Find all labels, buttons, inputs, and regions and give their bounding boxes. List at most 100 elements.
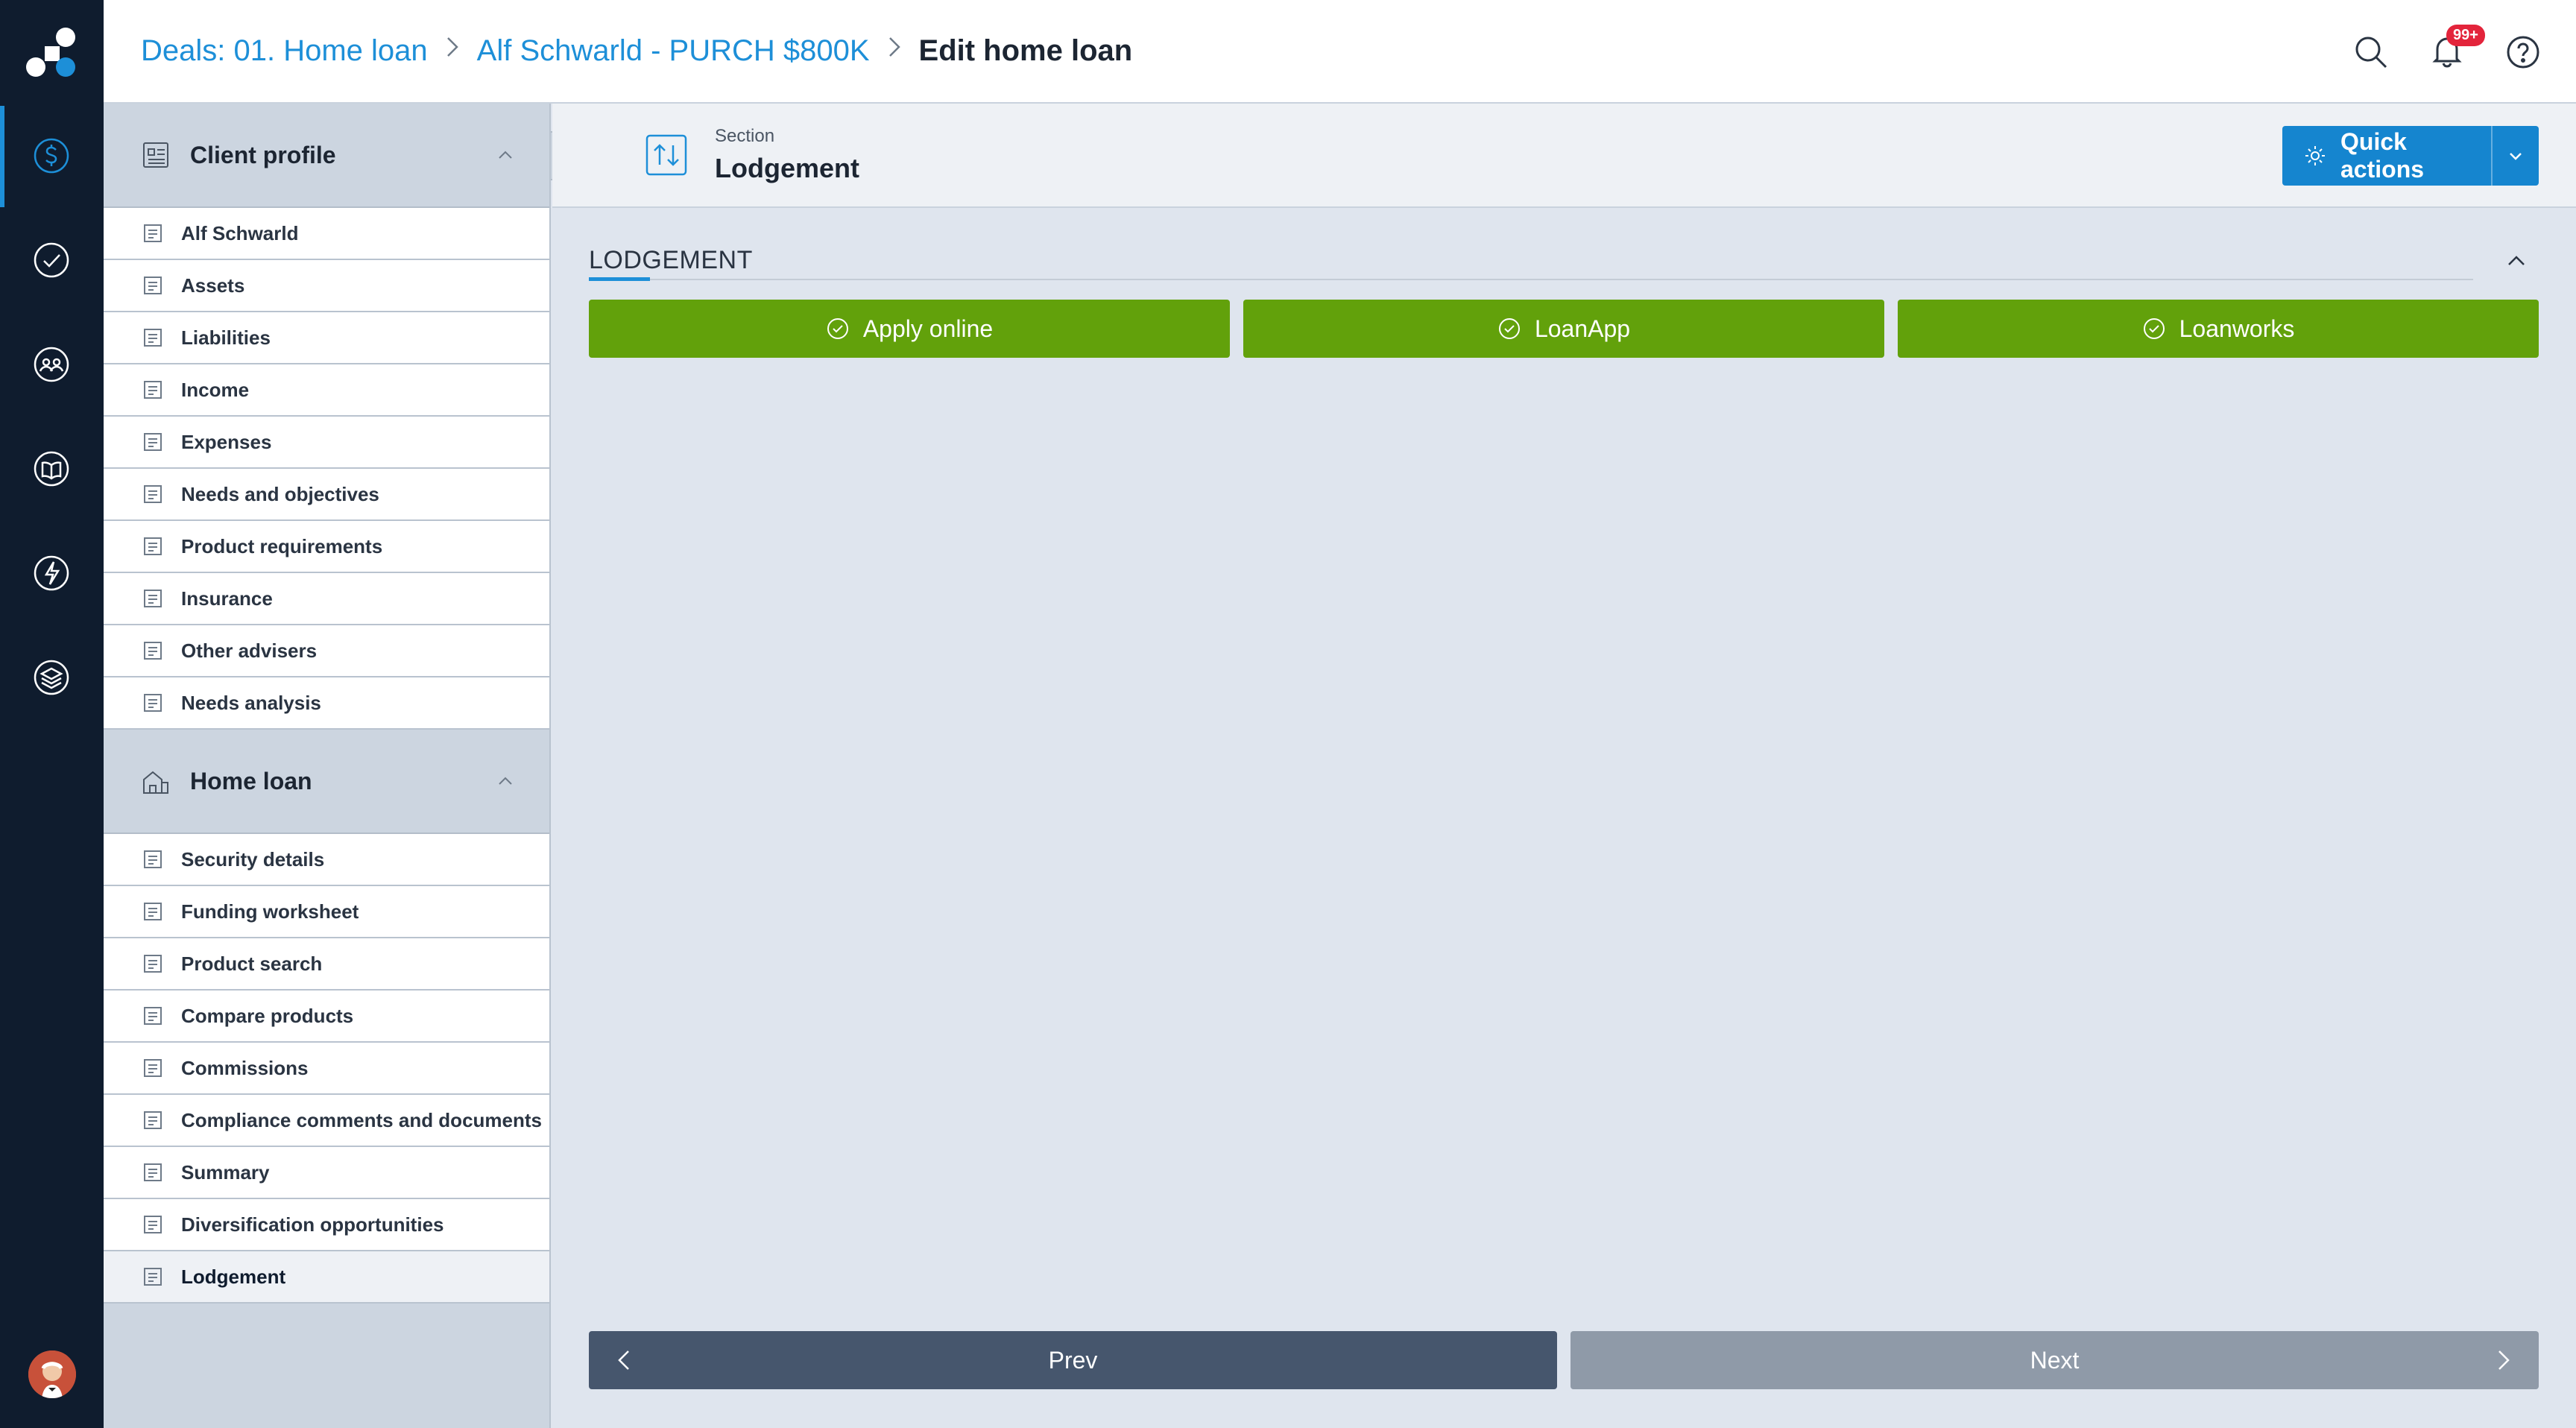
tasks-nav-icon[interactable] bbox=[30, 238, 73, 282]
energy-nav-icon[interactable] bbox=[30, 552, 73, 595]
compare-icon bbox=[144, 1007, 162, 1025]
sidebar-item-label: Diversification opportunities bbox=[181, 1213, 444, 1236]
chevron-up-icon[interactable] bbox=[2503, 247, 2530, 274]
apply-online-label: Apply online bbox=[862, 315, 994, 342]
summary-icon bbox=[144, 1163, 162, 1181]
book-icon bbox=[144, 537, 162, 555]
loanapp-button[interactable]: LoanApp bbox=[1243, 300, 1884, 358]
chevron-up-icon[interactable] bbox=[494, 144, 517, 166]
cart-icon bbox=[144, 433, 162, 451]
header-actions: 99+ bbox=[2352, 24, 2542, 76]
dollar-circle-icon bbox=[144, 224, 162, 242]
chevron-up-icon[interactable] bbox=[494, 770, 517, 792]
sidebar-item-needs-analysis[interactable]: Needs analysis bbox=[104, 677, 549, 730]
shield-icon bbox=[144, 590, 162, 607]
next-label: Next bbox=[2030, 1346, 2080, 1374]
app-logo[interactable] bbox=[19, 21, 83, 85]
prev-button[interactable]: Prev bbox=[589, 1331, 1557, 1389]
target-icon bbox=[144, 485, 162, 503]
sidebar-item-income[interactable]: Income bbox=[104, 364, 549, 417]
quick-actions-button[interactable]: Quick actions bbox=[2282, 126, 2539, 186]
sidebar-item-label: Needs and objectives bbox=[181, 482, 379, 505]
breadcrumb-deals-link[interactable]: Deals: 01. Home loan bbox=[141, 34, 428, 68]
section-header: Section Lodgement Quick actions bbox=[552, 104, 2576, 208]
sidebar-item-label: Assets bbox=[181, 274, 245, 297]
sidebar-item-compare-products[interactable]: Compare products bbox=[104, 991, 549, 1043]
lodgement-divider bbox=[589, 279, 2473, 280]
layers-nav-icon[interactable] bbox=[30, 656, 73, 699]
sidebar-item-label: Commissions bbox=[181, 1056, 309, 1079]
search-icon[interactable] bbox=[2352, 34, 2390, 71]
lodgement-icon bbox=[144, 1268, 162, 1286]
sidebar-item-label: Needs analysis bbox=[181, 691, 321, 714]
client-profile-title: Client profile bbox=[190, 141, 336, 168]
library-nav-icon[interactable] bbox=[30, 447, 73, 490]
sidebar-item-insurance[interactable]: Insurance bbox=[104, 573, 549, 625]
assets-icon bbox=[144, 277, 162, 294]
sidebar-item-product-requirements[interactable]: Product requirements bbox=[104, 521, 549, 573]
home-loan-group-header[interactable]: Home loan bbox=[104, 730, 549, 834]
sidebar-item-needs-and-objectives[interactable]: Needs and objectives bbox=[104, 469, 549, 521]
contacts-nav-icon[interactable] bbox=[30, 343, 73, 386]
apply-online-button[interactable]: Apply online bbox=[589, 300, 1230, 358]
wallet-icon bbox=[144, 381, 162, 399]
active-nav-indicator bbox=[0, 106, 4, 207]
sidebar-item-label: Compliance comments and documents bbox=[181, 1108, 542, 1131]
sidebar-item-label: Summary bbox=[181, 1160, 270, 1184]
sidebar-item-other-advisers[interactable]: Other advisers bbox=[104, 625, 549, 677]
client-profile-items: Alf Schwarld Assets Liabilities Income Expen… bbox=[104, 208, 549, 730]
lodgement-heading: LODGEMENT bbox=[589, 246, 753, 274]
sidebar-item-commissions[interactable]: Commissions bbox=[104, 1043, 549, 1095]
breadcrumb-separator-icon bbox=[886, 34, 903, 68]
loanworks-button[interactable]: Loanworks bbox=[1898, 300, 2539, 358]
chevron-right-icon bbox=[2498, 1350, 2510, 1370]
section-label: Section bbox=[715, 126, 775, 146]
sidebar-item-alf-schwarld[interactable]: Alf Schwarld bbox=[104, 208, 549, 260]
sidebar-item-label: Product search bbox=[181, 952, 323, 975]
chevron-down-icon[interactable] bbox=[2493, 146, 2539, 165]
sidebar-item-label: Lodgement bbox=[181, 1265, 286, 1288]
pagination: Prev Next bbox=[589, 1331, 2539, 1389]
lodgement-heading-accent bbox=[589, 277, 650, 281]
sidebar-item-funding-worksheet[interactable]: Funding worksheet bbox=[104, 886, 549, 938]
sidebar-item-security-details[interactable]: Security details bbox=[104, 834, 549, 886]
sidebar-item-diversification-opportunities[interactable]: Diversification opportunities bbox=[104, 1199, 549, 1251]
next-button[interactable]: Next bbox=[1570, 1331, 2539, 1389]
home-loan-icon bbox=[143, 771, 168, 794]
breadcrumb-client-link[interactable]: Alf Schwarld - PURCH $800K bbox=[477, 34, 870, 68]
sidebar-item-assets[interactable]: Assets bbox=[104, 260, 549, 312]
diversify-icon bbox=[144, 1216, 162, 1233]
chevron-left-icon bbox=[618, 1350, 629, 1370]
sidebar-item-label: Expenses bbox=[181, 430, 272, 453]
search-doc-icon bbox=[144, 955, 162, 973]
profile-icon bbox=[143, 142, 168, 168]
loanapp-label: LoanApp bbox=[1534, 315, 1631, 342]
help-icon[interactable] bbox=[2504, 34, 2542, 71]
lodgement-section-icon bbox=[645, 134, 687, 176]
sidebar-item-compliance-comments-and-documents[interactable]: Compliance comments and documents bbox=[104, 1095, 549, 1147]
sidebar-item-summary[interactable]: Summary bbox=[104, 1147, 549, 1199]
lodgement-options: Apply online LoanApp Loanworks bbox=[589, 300, 2539, 358]
top-header: Deals: 01. Home loan Alf Schwarld - PURC… bbox=[104, 0, 2576, 104]
sidebar-item-liabilities[interactable]: Liabilities bbox=[104, 312, 549, 364]
sidebar-item-label: Security details bbox=[181, 847, 325, 871]
home-loan-items: Security details Funding worksheet Product… bbox=[104, 834, 549, 1304]
commission-icon bbox=[144, 1059, 162, 1077]
sidebar-item-lodgement[interactable]: Lodgement bbox=[104, 1251, 549, 1304]
check-circle-icon bbox=[1498, 318, 1520, 339]
home-loan-title: Home loan bbox=[190, 767, 312, 794]
sidebar-item-label: Other advisers bbox=[181, 639, 318, 662]
sidebar-item-label: Compare products bbox=[181, 1004, 354, 1027]
left-rail bbox=[0, 0, 104, 1428]
sidebar-item-product-search[interactable]: Product search bbox=[104, 938, 549, 991]
deals-nav-icon[interactable] bbox=[30, 134, 73, 177]
sidebar-item-expenses[interactable]: Expenses bbox=[104, 417, 549, 469]
notifications-button[interactable]: 99+ bbox=[2428, 24, 2485, 73]
user-avatar[interactable] bbox=[28, 1350, 76, 1398]
sidebar-item-label: Alf Schwarld bbox=[181, 221, 299, 244]
check-circle-icon bbox=[2143, 318, 2165, 339]
section-sidebar: Client profile Alf Schwarld Assets Liabili… bbox=[104, 104, 551, 1428]
analysis-icon bbox=[144, 694, 162, 712]
worksheet-icon bbox=[144, 903, 162, 920]
client-profile-group-header[interactable]: Client profile bbox=[104, 104, 549, 208]
